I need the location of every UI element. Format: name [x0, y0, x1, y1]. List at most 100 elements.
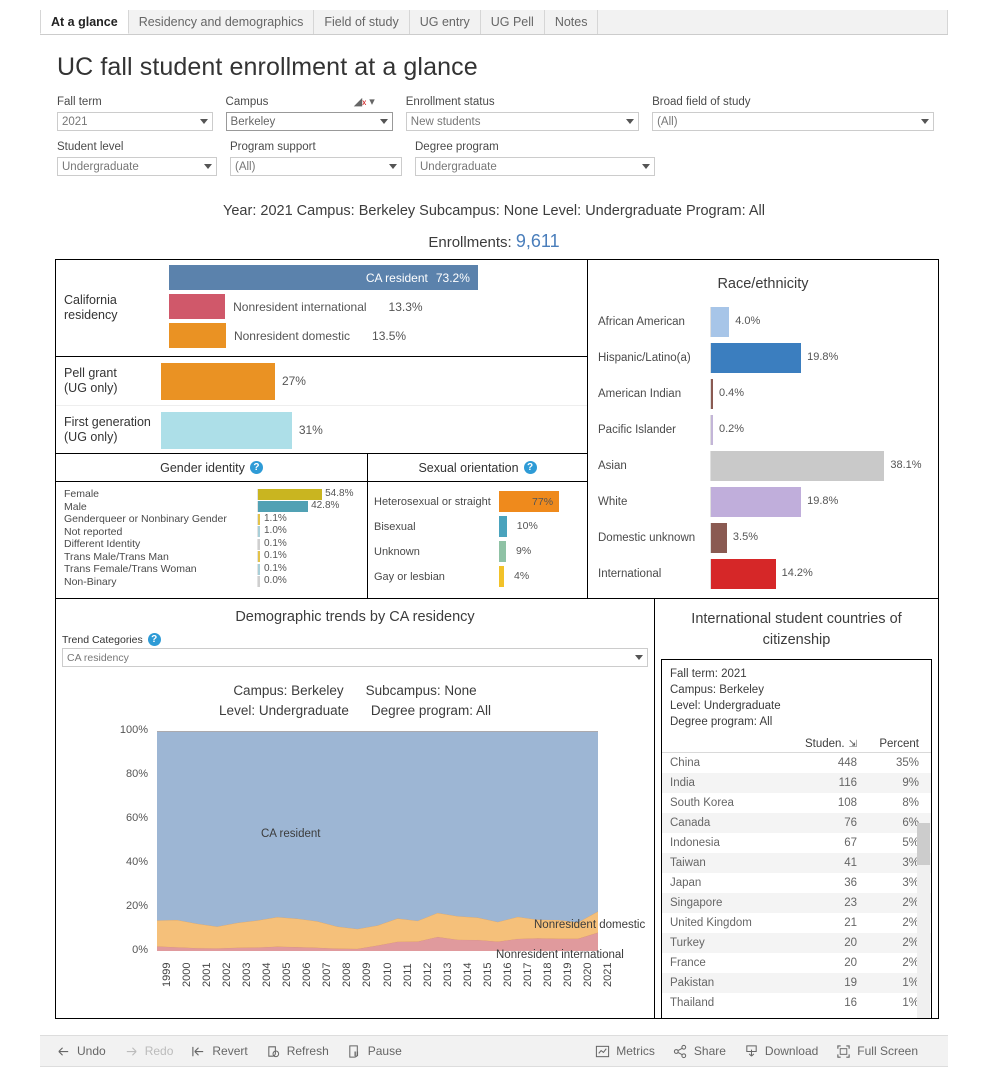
race-name: Pacific Islander [598, 424, 676, 436]
question-mark-icon[interactable]: ? [249, 461, 263, 474]
tab-notes[interactable]: Notes [544, 10, 599, 34]
gender-bar[interactable] [258, 551, 260, 563]
race-bar[interactable] [711, 523, 727, 553]
toolbar-download-button[interactable]: Download [744, 1044, 818, 1059]
sexual-orientation-pct: 4% [514, 570, 530, 582]
filter-select[interactable]: (All) [230, 157, 402, 176]
filter-select[interactable]: New students [405, 112, 640, 131]
international-table-header: Studen. ⇲ Percent [662, 738, 931, 750]
student-count: 20 [844, 937, 857, 949]
gender-row: Trans Male/Trans Man 0.1% [64, 550, 367, 564]
table-row[interactable]: Thailand 16 1% [662, 993, 931, 1013]
gender-bar[interactable] [258, 538, 260, 550]
refresh-icon [266, 1044, 281, 1059]
table-row[interactable]: India 116 9% [662, 773, 931, 793]
x-axis-tick: 2021 [602, 962, 614, 987]
toolbar-button-label: Share [693, 1044, 726, 1058]
residency-bar[interactable] [169, 294, 226, 319]
toolbar-refresh-button[interactable]: Refresh [266, 1044, 329, 1059]
gender-bar[interactable] [258, 501, 309, 513]
column-header-students[interactable]: Studen. ⇲ [779, 738, 857, 750]
x-axis-tick: 2001 [201, 962, 214, 987]
sexual-orientation-bar[interactable]: 77% [499, 491, 560, 512]
sexual-orientation-bar[interactable] [499, 566, 504, 587]
student-count: 41 [844, 857, 857, 869]
race-bar[interactable] [711, 379, 713, 409]
x-axis-tick: 2016 [501, 962, 514, 987]
race-bar[interactable] [711, 415, 713, 445]
california-residency-label: California residency [64, 293, 118, 322]
table-scrollbar-thumb[interactable] [917, 823, 930, 865]
filter-select[interactable]: 2021 [57, 112, 213, 131]
area-chart-plot[interactable] [156, 730, 599, 952]
filter-clear-icon[interactable]: ◢x ▾ [354, 95, 375, 108]
sexual-orientation-bar[interactable] [499, 541, 507, 562]
international-meta-line: Level: Undergraduate [670, 700, 781, 712]
filter-select[interactable]: Undergraduate [415, 157, 655, 176]
question-mark-icon[interactable]: ? [523, 461, 537, 474]
gender-row: Female 54.8% [64, 488, 367, 501]
table-row[interactable]: China 448 35% [662, 753, 931, 773]
toolbar-undo-button[interactable]: Undo [56, 1044, 106, 1059]
tab-residency-and-demographics[interactable]: Residency and demographics [128, 10, 315, 34]
residency-bar[interactable] [169, 323, 226, 348]
gender-bar[interactable] [258, 488, 323, 500]
column-header-percent[interactable]: Percent [857, 738, 923, 750]
table-row[interactable]: South Korea 108 8% [662, 793, 931, 813]
toolbar-share-button[interactable]: Share [673, 1044, 726, 1059]
race-row: African American 4.0% [588, 304, 938, 340]
residency-bar[interactable]: CA resident 73.2% [169, 265, 478, 290]
toolbar-metrics-button[interactable]: Metrics [595, 1044, 655, 1059]
race-bar[interactable] [711, 451, 885, 481]
toolbar-revert-button[interactable]: Revert [191, 1044, 248, 1059]
table-row[interactable]: United Kingdom 21 2% [662, 913, 931, 933]
race-ethnicity-title: Race/ethnicity [717, 276, 809, 292]
race-bar[interactable] [711, 307, 730, 337]
race-bar[interactable] [711, 487, 802, 517]
tab-ug-entry[interactable]: UG entry [409, 10, 481, 34]
sort-descending-icon[interactable]: ⇲ [849, 739, 857, 750]
race-track: 38.1% [710, 451, 938, 481]
race-bar[interactable] [711, 559, 776, 589]
filter-select[interactable]: (All) [652, 112, 934, 131]
toolbar-full-screen-button[interactable]: Full Screen [836, 1044, 918, 1059]
sexual-orientation-bar[interactable] [499, 516, 507, 537]
table-row[interactable]: France 20 2% [662, 953, 931, 973]
filter-select[interactable]: Undergraduate [57, 157, 217, 176]
table-row[interactable]: Canada 76 6% [662, 813, 931, 833]
gender-bar[interactable] [258, 563, 260, 575]
sexual-orientation-pct: 10% [516, 520, 538, 532]
table-row[interactable]: Singapore 23 2% [662, 893, 931, 913]
race-pct: 0.4% [719, 387, 745, 399]
trend-categories-select[interactable]: CA residency [62, 648, 648, 667]
pell-firstgen-bar[interactable] [161, 411, 292, 449]
student-count: 21 [844, 917, 857, 929]
gender-name: Non-Binary [64, 575, 117, 588]
gender-bar[interactable] [258, 526, 260, 538]
table-row[interactable]: Japan 36 3% [662, 873, 931, 893]
x-axis-tick: 2009 [361, 962, 374, 987]
question-mark-icon[interactable]: ? [147, 633, 161, 646]
gender-identity-header: Gender identity ? [56, 454, 367, 482]
tab-field-of-study[interactable]: Field of study [314, 10, 410, 34]
table-row[interactable]: Taiwan 41 3% [662, 853, 931, 873]
student-percent: 1% [902, 997, 919, 1009]
student-percent: 2% [902, 917, 919, 929]
pell-firstgen-bar[interactable] [161, 362, 275, 400]
student-count: 19 [844, 977, 857, 989]
tab-at-a-glance[interactable]: At a glance [40, 10, 129, 34]
student-percent: 6% [902, 817, 919, 829]
table-row[interactable]: Indonesia 67 5% [662, 833, 931, 853]
pause-icon [347, 1044, 362, 1059]
race-bar[interactable] [711, 343, 802, 373]
gender-bar[interactable] [258, 513, 260, 525]
table-row[interactable]: Turkey 20 2% [662, 933, 931, 953]
table-row[interactable]: Pakistan 19 1% [662, 973, 931, 993]
gender-track: 0.1% [257, 563, 363, 575]
y-axis-tick: 0% [132, 944, 148, 956]
gender-track: 0.1% [257, 550, 363, 563]
toolbar-pause-button[interactable]: Pause [347, 1044, 402, 1059]
gender-bar[interactable] [258, 576, 260, 588]
tab-ug-pell[interactable]: UG Pell [480, 10, 545, 34]
filter-select[interactable]: Berkeley [225, 112, 393, 131]
